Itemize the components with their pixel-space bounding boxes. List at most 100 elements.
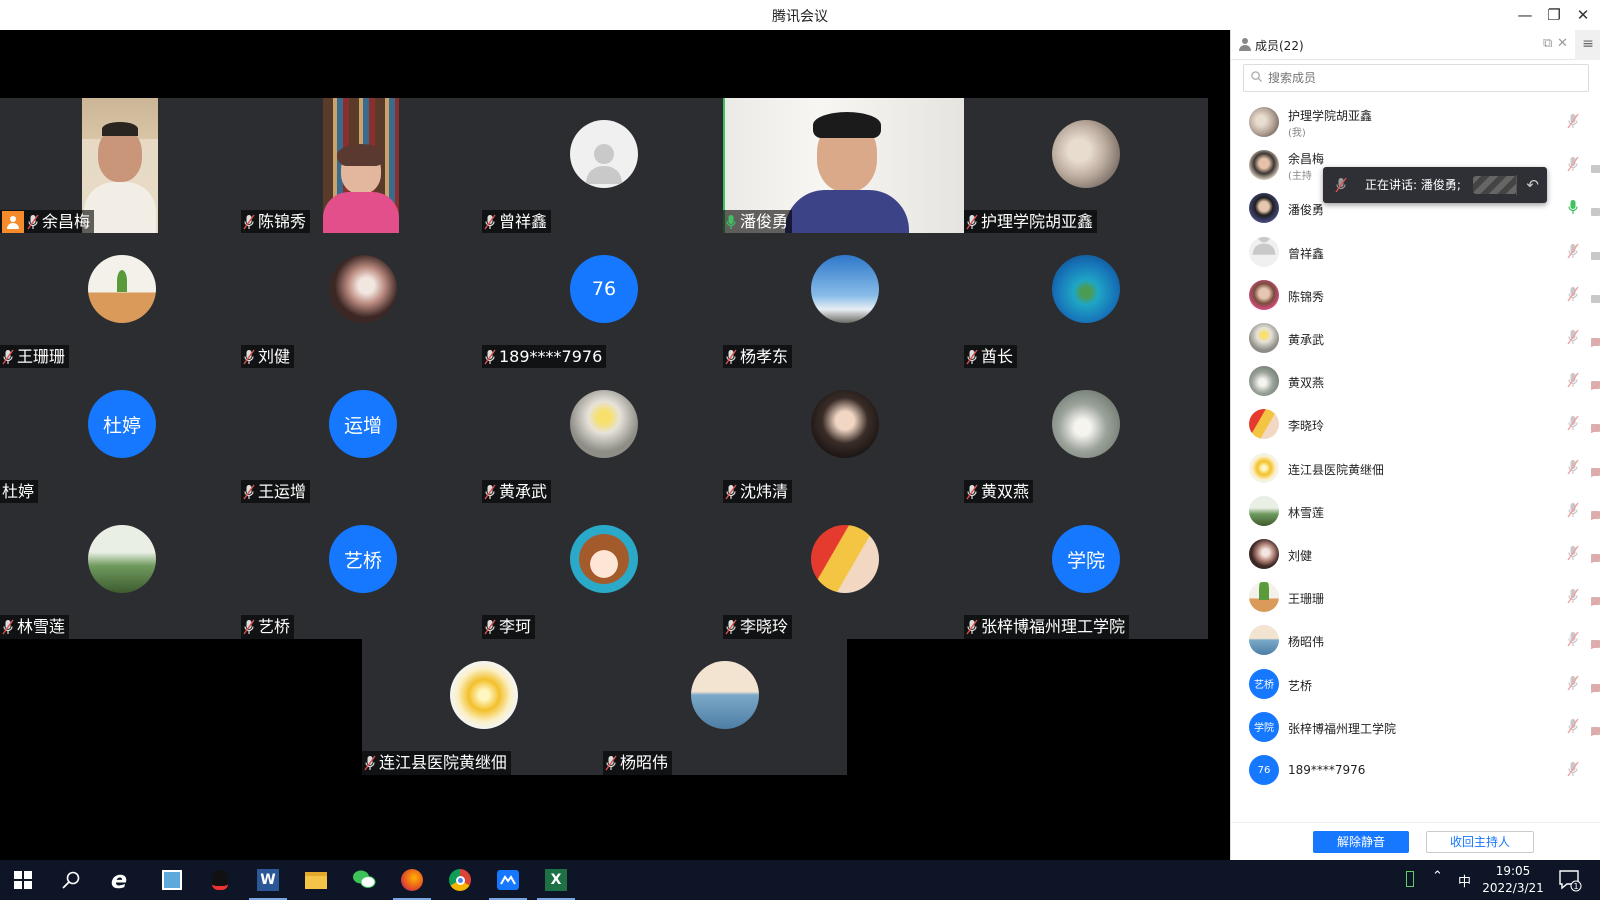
reply-icon[interactable]: ↶ bbox=[1526, 167, 1539, 203]
chevron-up-icon[interactable]: ⌃ bbox=[1432, 869, 1443, 884]
participant-tile[interactable]: 潘俊勇 bbox=[723, 98, 967, 234]
participant-tile[interactable]: 曾祥鑫 bbox=[482, 98, 726, 234]
camera-off-icon[interactable] bbox=[1590, 418, 1600, 434]
member-list-item[interactable]: 陈锦秀 bbox=[1231, 273, 1600, 317]
mic-active-icon[interactable] bbox=[1567, 199, 1579, 215]
camera-on-icon[interactable] bbox=[1591, 289, 1600, 303]
member-panel: 成员(22) ⧉ ✕ ≡ 护理学院胡亚鑫 (我) 余昌梅 (主持潘俊勇曾祥鑫陈锦秀黄承… bbox=[1230, 30, 1600, 860]
participant-name: 刘健 bbox=[258, 347, 291, 366]
member-list-item[interactable]: 林雪莲 bbox=[1231, 489, 1600, 533]
participant-avatar: 运增 bbox=[329, 390, 397, 458]
participant-tile[interactable]: 刘健 bbox=[241, 233, 485, 369]
mic-muted-icon[interactable] bbox=[1567, 372, 1579, 388]
unmute-all-button[interactable]: 解除静音 bbox=[1313, 831, 1409, 853]
ie-browser-icon[interactable]: e bbox=[104, 865, 134, 895]
mic-muted-icon[interactable] bbox=[1567, 718, 1579, 734]
participant-tile[interactable]: 沈炜清 bbox=[723, 368, 967, 504]
participant-name-bar: 张梓博福州理工学院 bbox=[964, 615, 1130, 639]
participant-tile[interactable]: 运增 王运增 bbox=[241, 368, 485, 504]
participant-avatar bbox=[570, 120, 638, 188]
camera-off-icon[interactable] bbox=[1590, 591, 1600, 607]
mic-muted-icon[interactable] bbox=[1567, 545, 1579, 561]
mic-muted-icon[interactable] bbox=[1567, 156, 1579, 172]
member-list-item[interactable]: 杨昭伟 bbox=[1231, 618, 1600, 662]
member-list-item[interactable]: 学院 张梓博福州理工学院 bbox=[1231, 705, 1600, 749]
participant-tile[interactable]: 杜婷 杜婷 bbox=[0, 368, 244, 504]
mic-muted-icon[interactable] bbox=[1567, 243, 1579, 259]
firefox-icon[interactable] bbox=[393, 865, 431, 900]
participant-tile[interactable]: 连江县医院黄继佃 bbox=[362, 639, 606, 775]
mic-muted-icon[interactable] bbox=[1567, 286, 1579, 302]
notification-icon[interactable]: 1 bbox=[1558, 868, 1582, 892]
participant-name: 黄双燕 bbox=[981, 482, 1030, 501]
notepad-icon[interactable] bbox=[157, 865, 187, 895]
participant-tile[interactable]: 艺桥 艺桥 bbox=[241, 503, 485, 639]
camera-off-icon[interactable] bbox=[1590, 678, 1600, 694]
participant-tile[interactable]: 学院 张梓博福州理工学院 bbox=[964, 503, 1208, 639]
camera-off-icon[interactable] bbox=[1590, 332, 1600, 348]
input-method-indicator[interactable]: 中 bbox=[1458, 871, 1471, 890]
participant-tile[interactable]: 李晓玲 bbox=[723, 503, 967, 639]
participant-tile[interactable]: 杨孝东 bbox=[723, 233, 967, 369]
camera-off-icon[interactable] bbox=[1590, 375, 1600, 391]
minimize-icon[interactable]: — bbox=[1514, 4, 1536, 26]
mic-muted-icon[interactable] bbox=[1567, 113, 1579, 129]
close-panel-icon[interactable]: ✕ bbox=[1557, 36, 1568, 51]
mic-muted-icon[interactable] bbox=[1567, 761, 1579, 777]
member-list-item[interactable]: 王珊珊 bbox=[1231, 575, 1600, 619]
member-list-item[interactable]: 76 189****7976 bbox=[1231, 748, 1600, 792]
wechat-icon[interactable] bbox=[349, 865, 379, 895]
menu-icon[interactable]: ≡ bbox=[1575, 30, 1600, 60]
reclaim-host-button[interactable]: 收回主持人 bbox=[1426, 831, 1534, 853]
member-list-item[interactable]: 黄双燕 bbox=[1231, 359, 1600, 403]
mic-muted-icon[interactable] bbox=[1567, 459, 1579, 475]
participant-tile[interactable]: 酋长 bbox=[964, 233, 1208, 369]
participant-tile[interactable]: 76 189****7976 bbox=[482, 233, 726, 369]
participant-tile[interactable]: 陈锦秀 bbox=[241, 98, 485, 234]
battery-icon[interactable] bbox=[1406, 871, 1414, 887]
member-list-item[interactable]: 曾祥鑫 bbox=[1231, 230, 1600, 274]
close-icon[interactable]: ✕ bbox=[1572, 4, 1594, 26]
clock-date: 2022/3/21 bbox=[1482, 881, 1544, 895]
windows-start-icon[interactable] bbox=[8, 865, 38, 895]
member-list-item[interactable]: 护理学院胡亚鑫 (我) bbox=[1231, 100, 1600, 144]
participant-tile[interactable]: 黄承武 bbox=[482, 368, 726, 504]
file-explorer-icon[interactable] bbox=[301, 865, 331, 895]
camera-off-icon[interactable] bbox=[1590, 548, 1600, 564]
mic-muted-icon[interactable] bbox=[1567, 631, 1579, 647]
chrome-icon[interactable] bbox=[445, 865, 475, 895]
camera-off-icon[interactable] bbox=[1590, 721, 1600, 737]
camera-on-icon[interactable] bbox=[1591, 159, 1600, 174]
search-input[interactable] bbox=[1243, 64, 1589, 92]
search-icon[interactable] bbox=[56, 865, 86, 895]
member-list-item[interactable]: 刘健 bbox=[1231, 532, 1600, 576]
camera-off-icon[interactable] bbox=[1590, 505, 1600, 521]
qq-icon[interactable] bbox=[205, 865, 235, 895]
participant-tile[interactable]: 李珂 bbox=[482, 503, 726, 639]
participant-tile[interactable]: 林雪莲 bbox=[0, 503, 244, 639]
mic-muted-icon[interactable] bbox=[1567, 675, 1579, 691]
camera-on-icon[interactable] bbox=[1591, 246, 1600, 260]
camera-off-icon[interactable] bbox=[1590, 634, 1600, 650]
word-icon[interactable]: W bbox=[249, 865, 287, 900]
participant-tile[interactable]: 护理学院胡亚鑫 bbox=[964, 98, 1208, 234]
mic-muted-icon[interactable] bbox=[1567, 415, 1579, 431]
restore-icon[interactable]: ❐ bbox=[1543, 4, 1565, 26]
camera-off-icon[interactable] bbox=[1590, 462, 1600, 478]
popout-icon[interactable]: ⧉ bbox=[1543, 36, 1552, 51]
mic-muted-icon[interactable] bbox=[1567, 329, 1579, 345]
tencent-meeting-icon[interactable] bbox=[489, 865, 527, 900]
member-list-item[interactable]: 黄承武 bbox=[1231, 316, 1600, 360]
camera-on-icon[interactable] bbox=[1591, 202, 1600, 217]
mic-muted-icon[interactable] bbox=[1567, 588, 1579, 604]
member-list-item[interactable]: 艺桥 艺桥 bbox=[1231, 662, 1600, 706]
mic-muted-icon[interactable] bbox=[1567, 502, 1579, 518]
participant-tile[interactable]: 余昌梅 bbox=[0, 98, 244, 234]
excel-icon[interactable]: X bbox=[537, 865, 575, 900]
member-list-item[interactable]: 连江县医院黄继佃 bbox=[1231, 446, 1600, 490]
participant-tile[interactable]: 王珊珊 bbox=[0, 233, 244, 369]
participant-tile[interactable]: 杨昭伟 bbox=[603, 639, 847, 775]
member-list-item[interactable]: 李晓玲 bbox=[1231, 402, 1600, 446]
clock[interactable]: 19:05 2022/3/21 bbox=[1478, 863, 1548, 897]
participant-tile[interactable]: 黄双燕 bbox=[964, 368, 1208, 504]
